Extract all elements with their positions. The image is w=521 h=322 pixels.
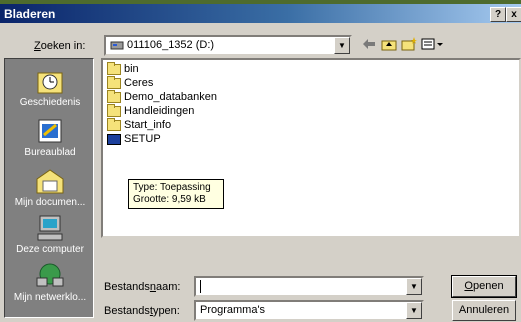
window-title: Bladeren — [4, 7, 56, 21]
help-button[interactable]: ? — [490, 7, 506, 22]
cancel-button[interactable]: Annuleren — [452, 300, 516, 321]
lookin-label: Zoeken in: — [34, 40, 86, 52]
title-bar[interactable]: Bladeren ? x — [0, 4, 521, 23]
list-item[interactable]: SETUP — [107, 133, 161, 149]
file-name: Demo_databanken — [124, 91, 217, 103]
place-desktop-label: Bureaublad — [24, 147, 76, 158]
place-network[interactable]: Mijn netwerklo... — [5, 262, 95, 303]
place-mycomputer[interactable]: Deze computer — [5, 214, 95, 255]
place-mydocuments-label: Mijn documen... — [14, 197, 86, 208]
desktop-icon — [34, 117, 66, 145]
place-network-label: Mijn netwerklo... — [13, 292, 87, 303]
folder-icon — [107, 103, 121, 117]
filename-value — [200, 280, 202, 293]
folder-icon — [107, 75, 121, 89]
file-list[interactable]: bin Ceres Demo_databanken Handleidingen … — [101, 58, 521, 238]
back-arrow-icon[interactable] — [360, 37, 378, 53]
folder-icon — [107, 117, 121, 131]
file-name: Start_info — [124, 119, 172, 131]
place-desktop[interactable]: Bureaublad — [5, 117, 95, 158]
my-computer-icon — [34, 214, 66, 242]
chevron-down-icon[interactable]: ▼ — [406, 278, 422, 295]
application-icon — [107, 133, 121, 145]
lookin-dropdown[interactable]: 011106_1352 (D:) ▼ — [104, 35, 352, 56]
file-name: bin — [124, 63, 139, 75]
file-tooltip: Type: Toepassing Grootte: 9,59 kB — [128, 179, 224, 209]
close-button[interactable]: x — [506, 7, 521, 22]
filename-label: Bestandsnaam: — [104, 281, 180, 293]
place-mycomputer-label: Deze computer — [16, 244, 84, 255]
drive-icon — [110, 41, 124, 50]
filetype-label-post: ypen: — [152, 305, 180, 317]
open-button[interactable]: Openen — [451, 275, 517, 298]
new-folder-icon[interactable] — [400, 37, 418, 53]
open-button-accel: O — [464, 280, 473, 292]
file-name: Handleidingen — [124, 105, 195, 117]
filetype-value: Programma's — [200, 304, 266, 316]
file-name: Ceres — [124, 77, 154, 89]
lookin-value-text: 011106_1352 (D:) — [127, 39, 215, 51]
history-icon — [34, 67, 66, 95]
filename-label-pre: Bestands — [104, 281, 150, 293]
places-bar: Geschiedenis Bureaublad Mijn documen... … — [4, 58, 94, 318]
filetype-dropdown[interactable]: Programma's ▼ — [194, 300, 424, 321]
place-mydocuments[interactable]: Mijn documen... — [5, 167, 95, 208]
view-menu-icon[interactable] — [420, 37, 446, 53]
my-documents-icon — [34, 167, 66, 195]
tooltip-size: Grootte: 9,59 kB — [133, 194, 206, 205]
network-places-icon — [34, 262, 66, 290]
file-name: SETUP — [124, 133, 161, 145]
folder-icon — [107, 61, 121, 75]
filetype-label: Bestandstypen: — [104, 305, 180, 317]
chevron-down-icon[interactable]: ▼ — [334, 37, 350, 54]
folder-up-icon[interactable] — [380, 37, 398, 53]
lookin-label-text: oeken in: — [40, 40, 86, 52]
filetype-label-pre: Bestands — [104, 305, 150, 317]
filename-input[interactable]: ▼ — [194, 276, 424, 297]
tooltip-type: Type: Toepassing — [133, 182, 211, 193]
folder-icon — [107, 89, 121, 103]
lookin-value: 011106_1352 (D:) — [110, 39, 214, 51]
filename-label-post: aam: — [156, 281, 181, 293]
place-history-label: Geschiedenis — [19, 97, 81, 108]
open-button-label: penen — [472, 280, 504, 292]
chevron-down-icon[interactable]: ▼ — [406, 302, 422, 319]
place-history[interactable]: Geschiedenis — [5, 67, 95, 108]
